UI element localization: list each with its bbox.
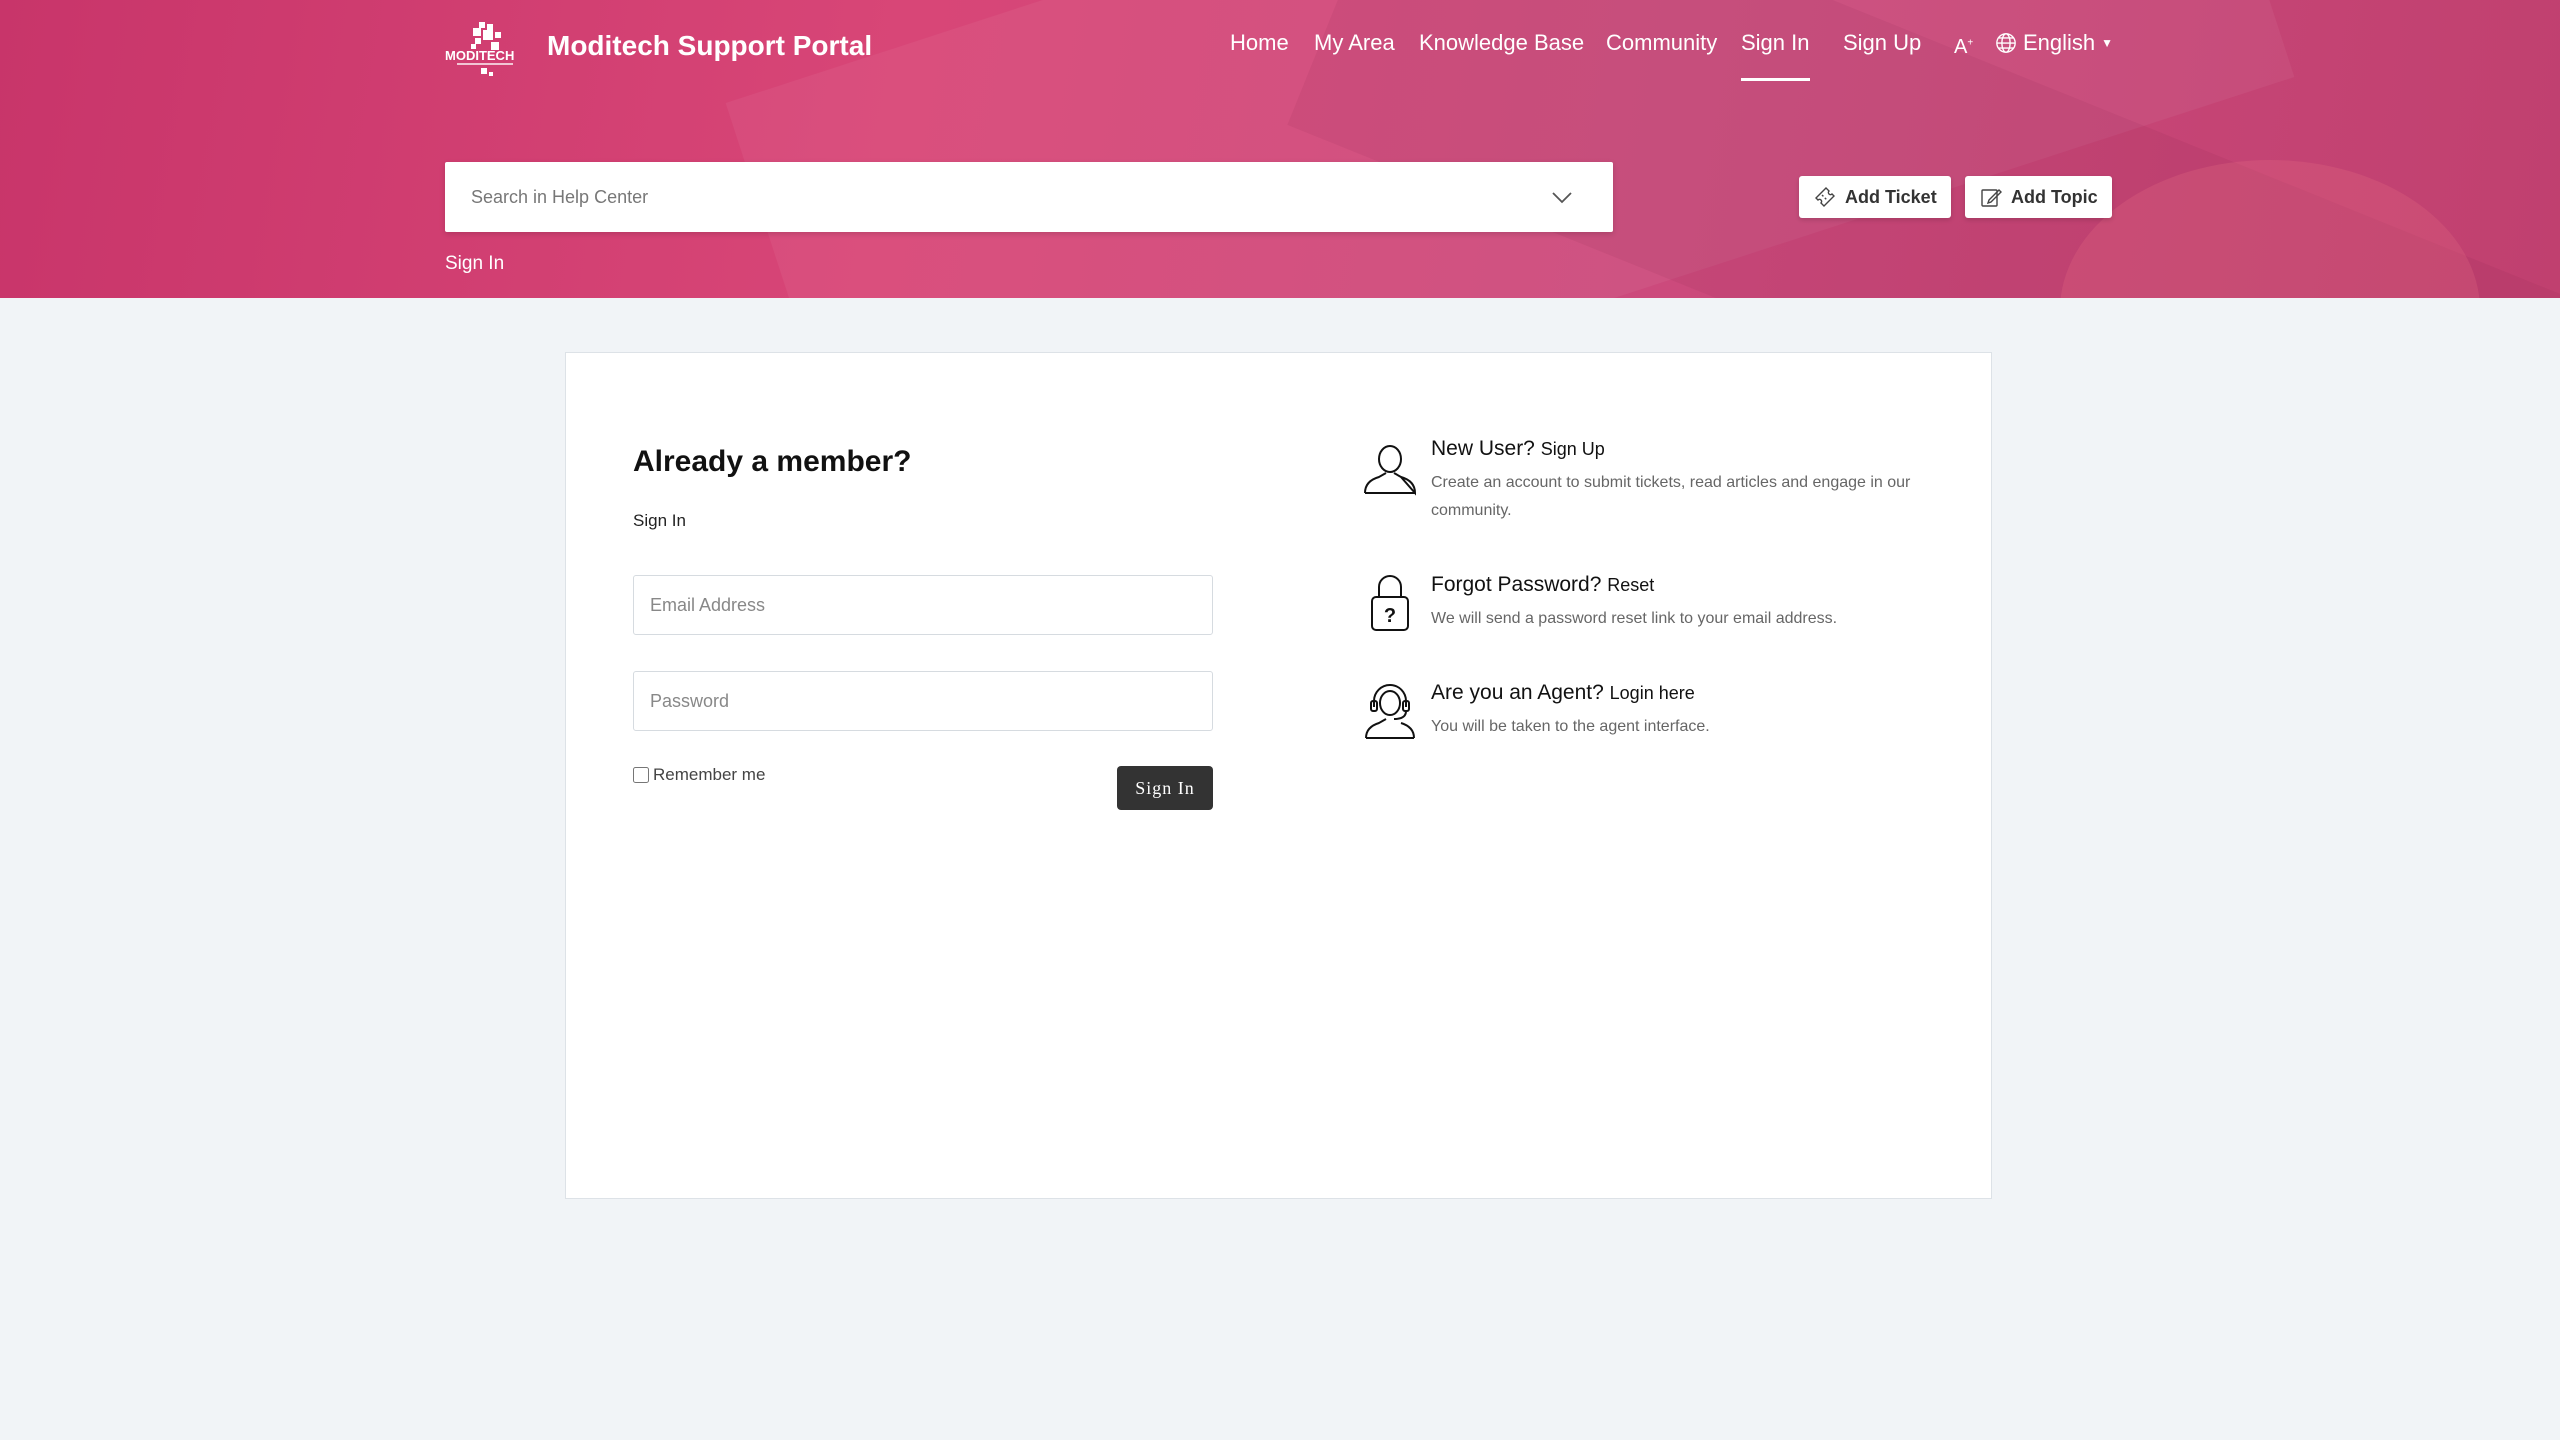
login-subtitle: Sign In	[633, 511, 686, 530]
breadcrumb: Sign In	[445, 253, 505, 274]
remember-me[interactable]: Remember me	[633, 765, 765, 785]
new-user-desc: Create an account to submit tickets, rea…	[1431, 474, 1911, 519]
chevron-down-icon[interactable]	[1551, 186, 1573, 208]
nav-community[interactable]: Community	[1606, 30, 1717, 56]
agent-title: Are you an Agent?	[1431, 681, 1604, 704]
search-input[interactable]	[445, 162, 1525, 232]
forgot-password-title: Forgot Password?	[1431, 573, 1602, 596]
nav-knowledge-base[interactable]: Knowledge Base	[1419, 30, 1584, 56]
reset-link[interactable]: Reset	[1607, 575, 1654, 595]
password-field[interactable]	[633, 671, 1213, 731]
agent-heading: Are you an Agent? Login here	[1431, 681, 1695, 705]
help-search	[445, 162, 1613, 232]
add-ticket-label: Add Ticket	[1845, 186, 1937, 207]
new-user-title: New User?	[1431, 437, 1535, 460]
header-banner: MODITECH Moditech Support Portal Home My…	[0, 0, 2560, 298]
moditech-logo-icon[interactable]: MODITECH	[445, 22, 529, 78]
svg-text:MODITECH: MODITECH	[445, 48, 514, 63]
font-size-toggle[interactable]: A+	[1954, 36, 1973, 59]
ticket-icon	[1815, 187, 1835, 207]
sign-up-link[interactable]: Sign Up	[1541, 439, 1605, 459]
agent-login-link[interactable]: Login here	[1610, 683, 1695, 703]
globe-icon	[1996, 33, 2016, 53]
language-label: English	[2023, 30, 2096, 55]
remember-me-checkbox[interactable]	[633, 767, 649, 783]
add-ticket-button[interactable]: Add Ticket	[1799, 176, 1951, 218]
edit-icon	[1981, 189, 2002, 207]
nav-my-area[interactable]: My Area	[1314, 30, 1395, 56]
nav-sign-up[interactable]: Sign Up	[1843, 30, 1921, 56]
lock-question-icon: ?	[1371, 575, 1409, 631]
forgot-password-desc: We will send a password reset link to yo…	[1431, 610, 1838, 627]
add-topic-label: Add Topic	[2011, 186, 2098, 207]
language-selector[interactable]: English ▼	[1995, 30, 2113, 56]
agent-desc: You will be taken to the agent interface…	[1431, 718, 1710, 735]
portal-title[interactable]: Moditech Support Portal	[547, 30, 872, 62]
sign-in-button[interactable]: Sign In	[1117, 766, 1213, 810]
nav-home[interactable]: Home	[1230, 30, 1289, 56]
nav-sign-in[interactable]: Sign In	[1741, 30, 1810, 81]
svg-text:?: ?	[1384, 605, 1396, 627]
add-topic-button[interactable]: Add Topic	[1965, 176, 2112, 218]
login-title: Already a member?	[633, 445, 912, 478]
email-field[interactable]	[633, 575, 1213, 635]
caret-down-icon: ▼	[2101, 36, 2114, 50]
remember-me-label: Remember me	[653, 765, 766, 784]
sign-in-card: Already a member? Sign In Remember me Si…	[565, 352, 1992, 1199]
user-icon	[1364, 445, 1417, 496]
new-user-heading: New User? Sign Up	[1431, 437, 1605, 461]
forgot-password-heading: Forgot Password? Reset	[1431, 573, 1654, 597]
headset-agent-icon	[1365, 684, 1415, 739]
